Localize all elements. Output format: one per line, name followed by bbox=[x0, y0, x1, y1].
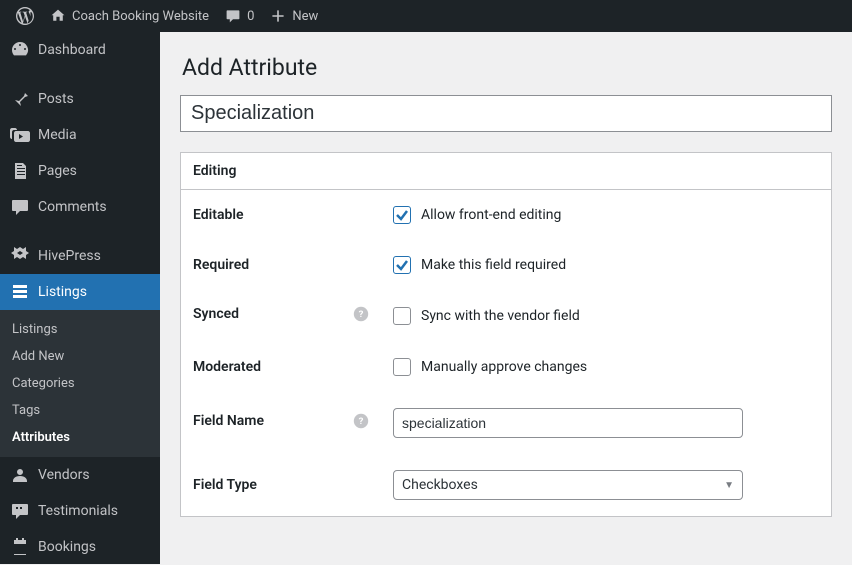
sidebar-item-dashboard[interactable]: Dashboard bbox=[0, 32, 160, 68]
sidebar-item-label: Dashboard bbox=[38, 42, 106, 58]
row-label-field-name: Field Name ? bbox=[181, 392, 381, 454]
hivepress-icon bbox=[10, 246, 30, 266]
comments-link[interactable]: 0 bbox=[217, 0, 262, 32]
listings-icon bbox=[10, 282, 30, 302]
editable-check-label: Allow front-end editing bbox=[421, 207, 561, 223]
site-name-label: Coach Booking Website bbox=[72, 9, 209, 24]
home-icon bbox=[50, 8, 66, 24]
submenu-item-attributes[interactable]: Attributes bbox=[0, 424, 160, 451]
submenu-item-listings[interactable]: Listings bbox=[0, 316, 160, 343]
sidebar-item-hivepress[interactable]: HivePress bbox=[0, 238, 160, 274]
comment-icon bbox=[225, 8, 241, 24]
sidebar-item-testimonials[interactable]: Testimonials bbox=[0, 493, 160, 529]
sidebar-item-label: Comments bbox=[38, 199, 107, 215]
sidebar-item-label: Pages bbox=[38, 163, 77, 179]
admin-toolbar: Coach Booking Website 0 New bbox=[0, 0, 852, 32]
menu-separator bbox=[0, 72, 160, 77]
media-icon bbox=[10, 125, 30, 145]
help-icon[interactable]: ? bbox=[353, 413, 369, 433]
editing-panel: Editing Editable Allow front-end editing bbox=[180, 152, 832, 517]
pages-icon bbox=[10, 161, 30, 181]
calendar-icon bbox=[10, 537, 30, 557]
sidebar-item-pages[interactable]: Pages bbox=[0, 153, 160, 189]
sidebar-item-vendors[interactable]: Vendors bbox=[0, 457, 160, 493]
submenu-item-add-new[interactable]: Add New bbox=[0, 343, 160, 370]
attribute-title-input[interactable] bbox=[180, 95, 832, 132]
row-label-field-type: Field Type bbox=[181, 454, 381, 516]
new-content-link[interactable]: New bbox=[262, 0, 326, 32]
page-title: Add Attribute bbox=[182, 54, 832, 81]
sidebar-item-media[interactable]: Media bbox=[0, 117, 160, 153]
listings-submenu: Listings Add New Categories Tags Attribu… bbox=[0, 310, 160, 457]
sidebar-item-bookings[interactable]: Bookings bbox=[0, 529, 160, 565]
row-label-moderated: Moderated bbox=[181, 342, 381, 392]
check-icon bbox=[395, 258, 409, 272]
form-table: Editable Allow front-end editing Require… bbox=[181, 190, 831, 516]
moderated-checkbox[interactable] bbox=[393, 358, 411, 376]
pin-icon bbox=[10, 89, 30, 109]
chevron-down-icon: ▼ bbox=[724, 480, 734, 491]
main-content: Add Attribute Editing Editable Allow fro… bbox=[160, 32, 852, 564]
vendors-icon bbox=[10, 465, 30, 485]
sidebar-item-label: Posts bbox=[38, 91, 74, 107]
dashboard-icon bbox=[10, 40, 30, 60]
menu-separator bbox=[0, 229, 160, 234]
sidebar-item-label: HivePress bbox=[38, 248, 101, 264]
wp-logo-button[interactable] bbox=[8, 0, 42, 32]
comments-icon bbox=[10, 197, 30, 217]
new-label: New bbox=[292, 9, 318, 24]
sidebar-item-label: Listings bbox=[38, 284, 87, 300]
sidebar-item-label: Vendors bbox=[38, 467, 90, 483]
synced-check-label: Sync with the vendor field bbox=[421, 308, 580, 324]
synced-checkbox[interactable] bbox=[393, 307, 411, 325]
row-label-editable: Editable bbox=[181, 190, 381, 240]
sidebar-item-label: Media bbox=[38, 127, 77, 143]
svg-text:?: ? bbox=[359, 309, 364, 320]
required-check-label: Make this field required bbox=[421, 257, 566, 273]
submenu-item-categories[interactable]: Categories bbox=[0, 370, 160, 397]
comments-count: 0 bbox=[247, 9, 254, 24]
sidebar-item-listings[interactable]: Listings bbox=[0, 274, 160, 310]
required-checkbox[interactable] bbox=[393, 256, 411, 274]
panel-header-editing: Editing bbox=[181, 153, 831, 190]
admin-sidebar: Dashboard Posts Media Pages Comments Hiv… bbox=[0, 32, 160, 564]
check-icon bbox=[395, 208, 409, 222]
help-icon[interactable]: ? bbox=[353, 306, 369, 326]
field-type-value: Checkboxes bbox=[402, 477, 478, 493]
svg-text:?: ? bbox=[359, 416, 364, 427]
field-type-select[interactable]: Checkboxes ▼ bbox=[393, 470, 743, 500]
field-name-input[interactable] bbox=[393, 408, 743, 438]
testimonials-icon bbox=[10, 501, 30, 521]
sidebar-item-comments[interactable]: Comments bbox=[0, 189, 160, 225]
editable-checkbox[interactable] bbox=[393, 206, 411, 224]
sidebar-item-label: Bookings bbox=[38, 539, 96, 555]
submenu-item-tags[interactable]: Tags bbox=[0, 397, 160, 424]
row-label-synced: Synced ? bbox=[181, 290, 381, 342]
moderated-check-label: Manually approve changes bbox=[421, 359, 587, 375]
site-link[interactable]: Coach Booking Website bbox=[42, 0, 217, 32]
plus-icon bbox=[270, 8, 286, 24]
row-label-required: Required bbox=[181, 240, 381, 290]
sidebar-item-posts[interactable]: Posts bbox=[0, 81, 160, 117]
sidebar-item-label: Testimonials bbox=[38, 503, 118, 519]
